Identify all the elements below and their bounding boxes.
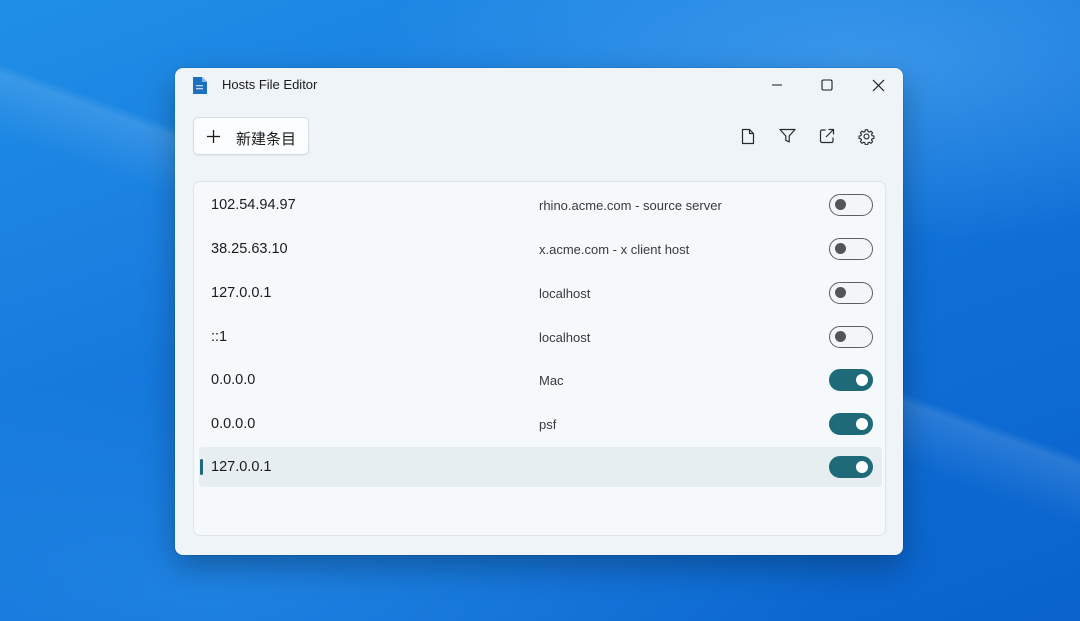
list-item[interactable]: ::1 localhost: [199, 317, 882, 357]
entry-ip: 0.0.0.0: [211, 372, 256, 388]
list-item-selected[interactable]: 127.0.0.1: [199, 447, 882, 487]
new-entry-button[interactable]: 新建条目: [193, 117, 309, 155]
entry-toggle[interactable]: [829, 238, 873, 260]
selection-indicator: [200, 459, 203, 475]
minimize-button[interactable]: [753, 68, 801, 102]
entry-toggle[interactable]: [829, 326, 873, 348]
open-external-button[interactable]: [815, 124, 839, 148]
hosts-entries-list: 102.54.94.97 rhino.acme.com - source ser…: [193, 181, 886, 536]
entry-host: Mac: [539, 373, 564, 388]
filter-icon: [778, 128, 796, 143]
entry-ip: 102.54.94.97: [211, 197, 296, 213]
close-icon: [872, 79, 884, 91]
maximize-button[interactable]: [803, 68, 851, 102]
entry-toggle[interactable]: [829, 413, 873, 435]
open-external-icon: [819, 128, 835, 144]
entry-host: localhost: [539, 330, 591, 345]
filter-button[interactable]: [775, 124, 799, 148]
entry-toggle[interactable]: [829, 369, 873, 391]
entry-ip: 127.0.0.1: [211, 285, 272, 301]
hosts-editor-window: Hosts File Editor 新建条目 102.54.94.97 rhin…: [175, 68, 903, 555]
close-button[interactable]: [854, 68, 902, 102]
entry-ip: 0.0.0.0: [211, 416, 256, 432]
window-title: Hosts File Editor: [222, 77, 318, 92]
title-bar[interactable]: Hosts File Editor: [175, 68, 903, 102]
entry-host: localhost: [539, 286, 591, 301]
toolbar: 新建条目: [175, 102, 903, 172]
document-file-icon: [193, 77, 207, 94]
list-item[interactable]: 102.54.94.97 rhino.acme.com - source ser…: [199, 185, 882, 225]
entry-ip: 38.25.63.10: [211, 241, 288, 257]
settings-gear-icon: [857, 128, 875, 145]
entry-ip: 127.0.0.1: [211, 459, 272, 475]
entry-ip: ::1: [211, 329, 228, 345]
entry-host: x.acme.com - x client host: [539, 242, 690, 257]
entry-host: psf: [539, 417, 557, 432]
list-item[interactable]: 0.0.0.0 psf: [199, 404, 882, 444]
list-item[interactable]: 127.0.0.1 localhost: [199, 273, 882, 313]
plus-icon: [207, 130, 220, 143]
entry-toggle[interactable]: [829, 282, 873, 304]
list-item[interactable]: 38.25.63.10 x.acme.com - x client host: [199, 229, 882, 269]
entry-toggle[interactable]: [829, 194, 873, 216]
open-hosts-file-icon: [741, 128, 755, 144]
open-hosts-file-button[interactable]: [736, 124, 760, 148]
minimize-icon: [772, 84, 782, 86]
list-item[interactable]: 0.0.0.0 Mac: [199, 360, 882, 400]
new-entry-label: 新建条目: [236, 130, 297, 148]
entry-host: rhino.acme.com - source server: [539, 198, 722, 213]
maximize-icon: [821, 79, 833, 91]
settings-button[interactable]: [854, 124, 878, 148]
entry-toggle[interactable]: [829, 456, 873, 478]
